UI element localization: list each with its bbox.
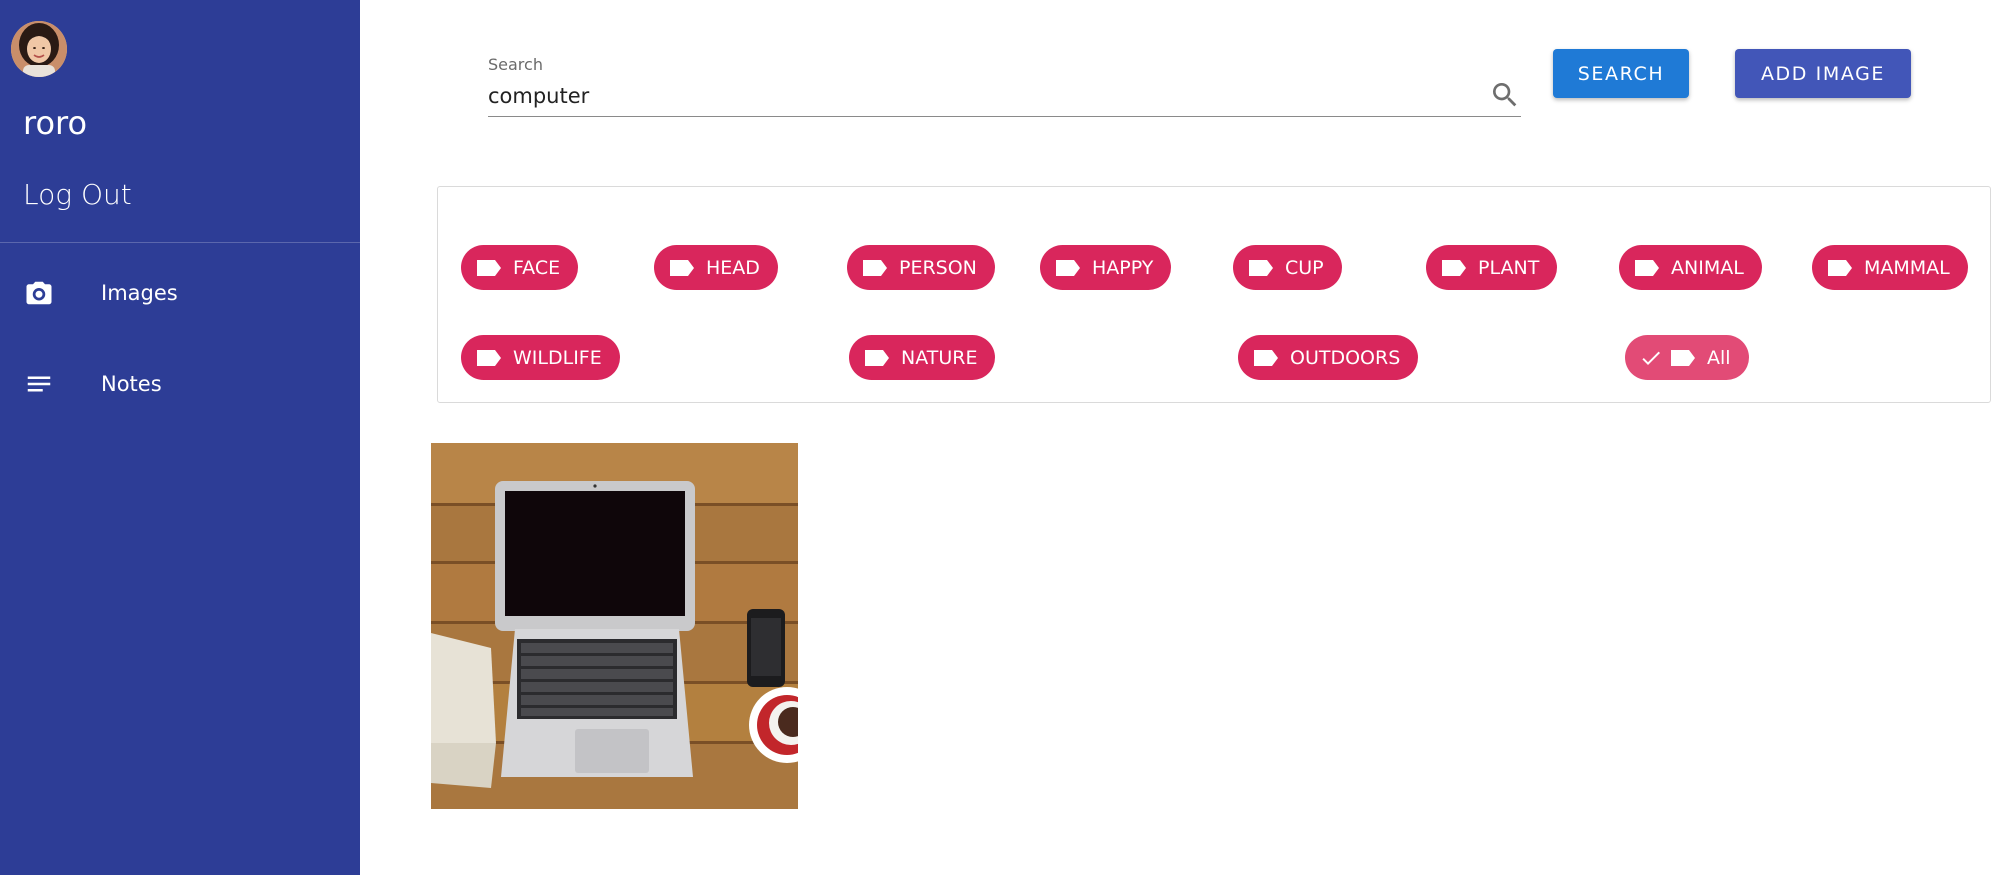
tag-chip-label: PERSON <box>899 256 977 279</box>
search-input[interactable] <box>488 78 1448 114</box>
check-icon <box>1642 351 1660 365</box>
sidebar-item-notes[interactable]: Notes <box>0 348 360 420</box>
tag-chip-label: HAPPY <box>1092 256 1154 279</box>
tag-chip-label: HEAD <box>706 256 760 279</box>
label-icon <box>1249 259 1273 276</box>
tag-chip-label: MAMMAL <box>1864 256 1950 279</box>
tag-filter-panel: FACE HEAD PERSON HAPPY CUP PLANT ANIMAL <box>437 186 1991 403</box>
avatar[interactable] <box>11 21 67 77</box>
tag-chip-plant[interactable]: PLANT <box>1426 245 1558 290</box>
tag-chip-label: ANIMAL <box>1671 256 1744 279</box>
app-root: roro Log Out Images Notes Search SEARCH … <box>0 0 1999 875</box>
sidebar-divider <box>0 242 360 243</box>
label-icon <box>865 349 889 366</box>
tag-chip-mammal[interactable]: MAMMAL <box>1812 245 1968 290</box>
label-icon <box>477 259 501 276</box>
search-underline <box>488 116 1521 117</box>
search-label: Search <box>488 55 543 74</box>
tag-chip-happy[interactable]: HAPPY <box>1040 245 1172 290</box>
tag-chip-label: PLANT <box>1478 256 1540 279</box>
camera-icon <box>24 278 54 308</box>
tag-chip-wildlife[interactable]: WILDLIFE <box>461 335 620 380</box>
sidebar-item-images[interactable]: Images <box>0 257 360 329</box>
tag-chip-all[interactable]: All <box>1625 335 1749 380</box>
tag-chip-head[interactable]: HEAD <box>654 245 778 290</box>
add-image-button[interactable]: ADD IMAGE <box>1735 49 1911 98</box>
tag-chip-outdoors[interactable]: OUTDOORS <box>1238 335 1419 380</box>
search-field: Search <box>488 52 1521 118</box>
sidebar-item-label: Notes <box>101 372 162 396</box>
tag-chip-person[interactable]: PERSON <box>847 245 995 290</box>
tag-chip-label: NATURE <box>901 346 978 369</box>
label-icon <box>1635 259 1659 276</box>
username: roro <box>23 104 88 142</box>
image-thumbnail-laptop[interactable] <box>431 443 798 809</box>
label-icon <box>1056 259 1080 276</box>
tag-chip-label: OUTDOORS <box>1290 346 1401 369</box>
label-icon <box>1671 349 1695 366</box>
label-icon <box>1828 259 1852 276</box>
tag-chip-animal[interactable]: ANIMAL <box>1619 245 1762 290</box>
tag-chip-label: CUP <box>1285 256 1324 279</box>
search-button[interactable]: SEARCH <box>1553 49 1689 98</box>
label-icon <box>863 259 887 276</box>
label-icon <box>1254 349 1278 366</box>
search-icon[interactable] <box>1489 79 1521 111</box>
logout-link[interactable]: Log Out <box>23 178 132 211</box>
tag-chip-label: All <box>1707 346 1731 369</box>
tag-chip-nature[interactable]: NATURE <box>849 335 996 380</box>
label-icon <box>477 349 501 366</box>
sidebar: roro Log Out Images Notes <box>0 0 360 875</box>
notes-icon <box>24 369 54 399</box>
tag-chip-label: FACE <box>513 256 561 279</box>
label-icon <box>670 259 694 276</box>
tag-chip-label: WILDLIFE <box>513 346 602 369</box>
tag-chip-face[interactable]: FACE <box>461 245 579 290</box>
sidebar-item-label: Images <box>101 281 178 305</box>
label-icon <box>1442 259 1466 276</box>
tag-chip-cup[interactable]: CUP <box>1233 245 1342 290</box>
